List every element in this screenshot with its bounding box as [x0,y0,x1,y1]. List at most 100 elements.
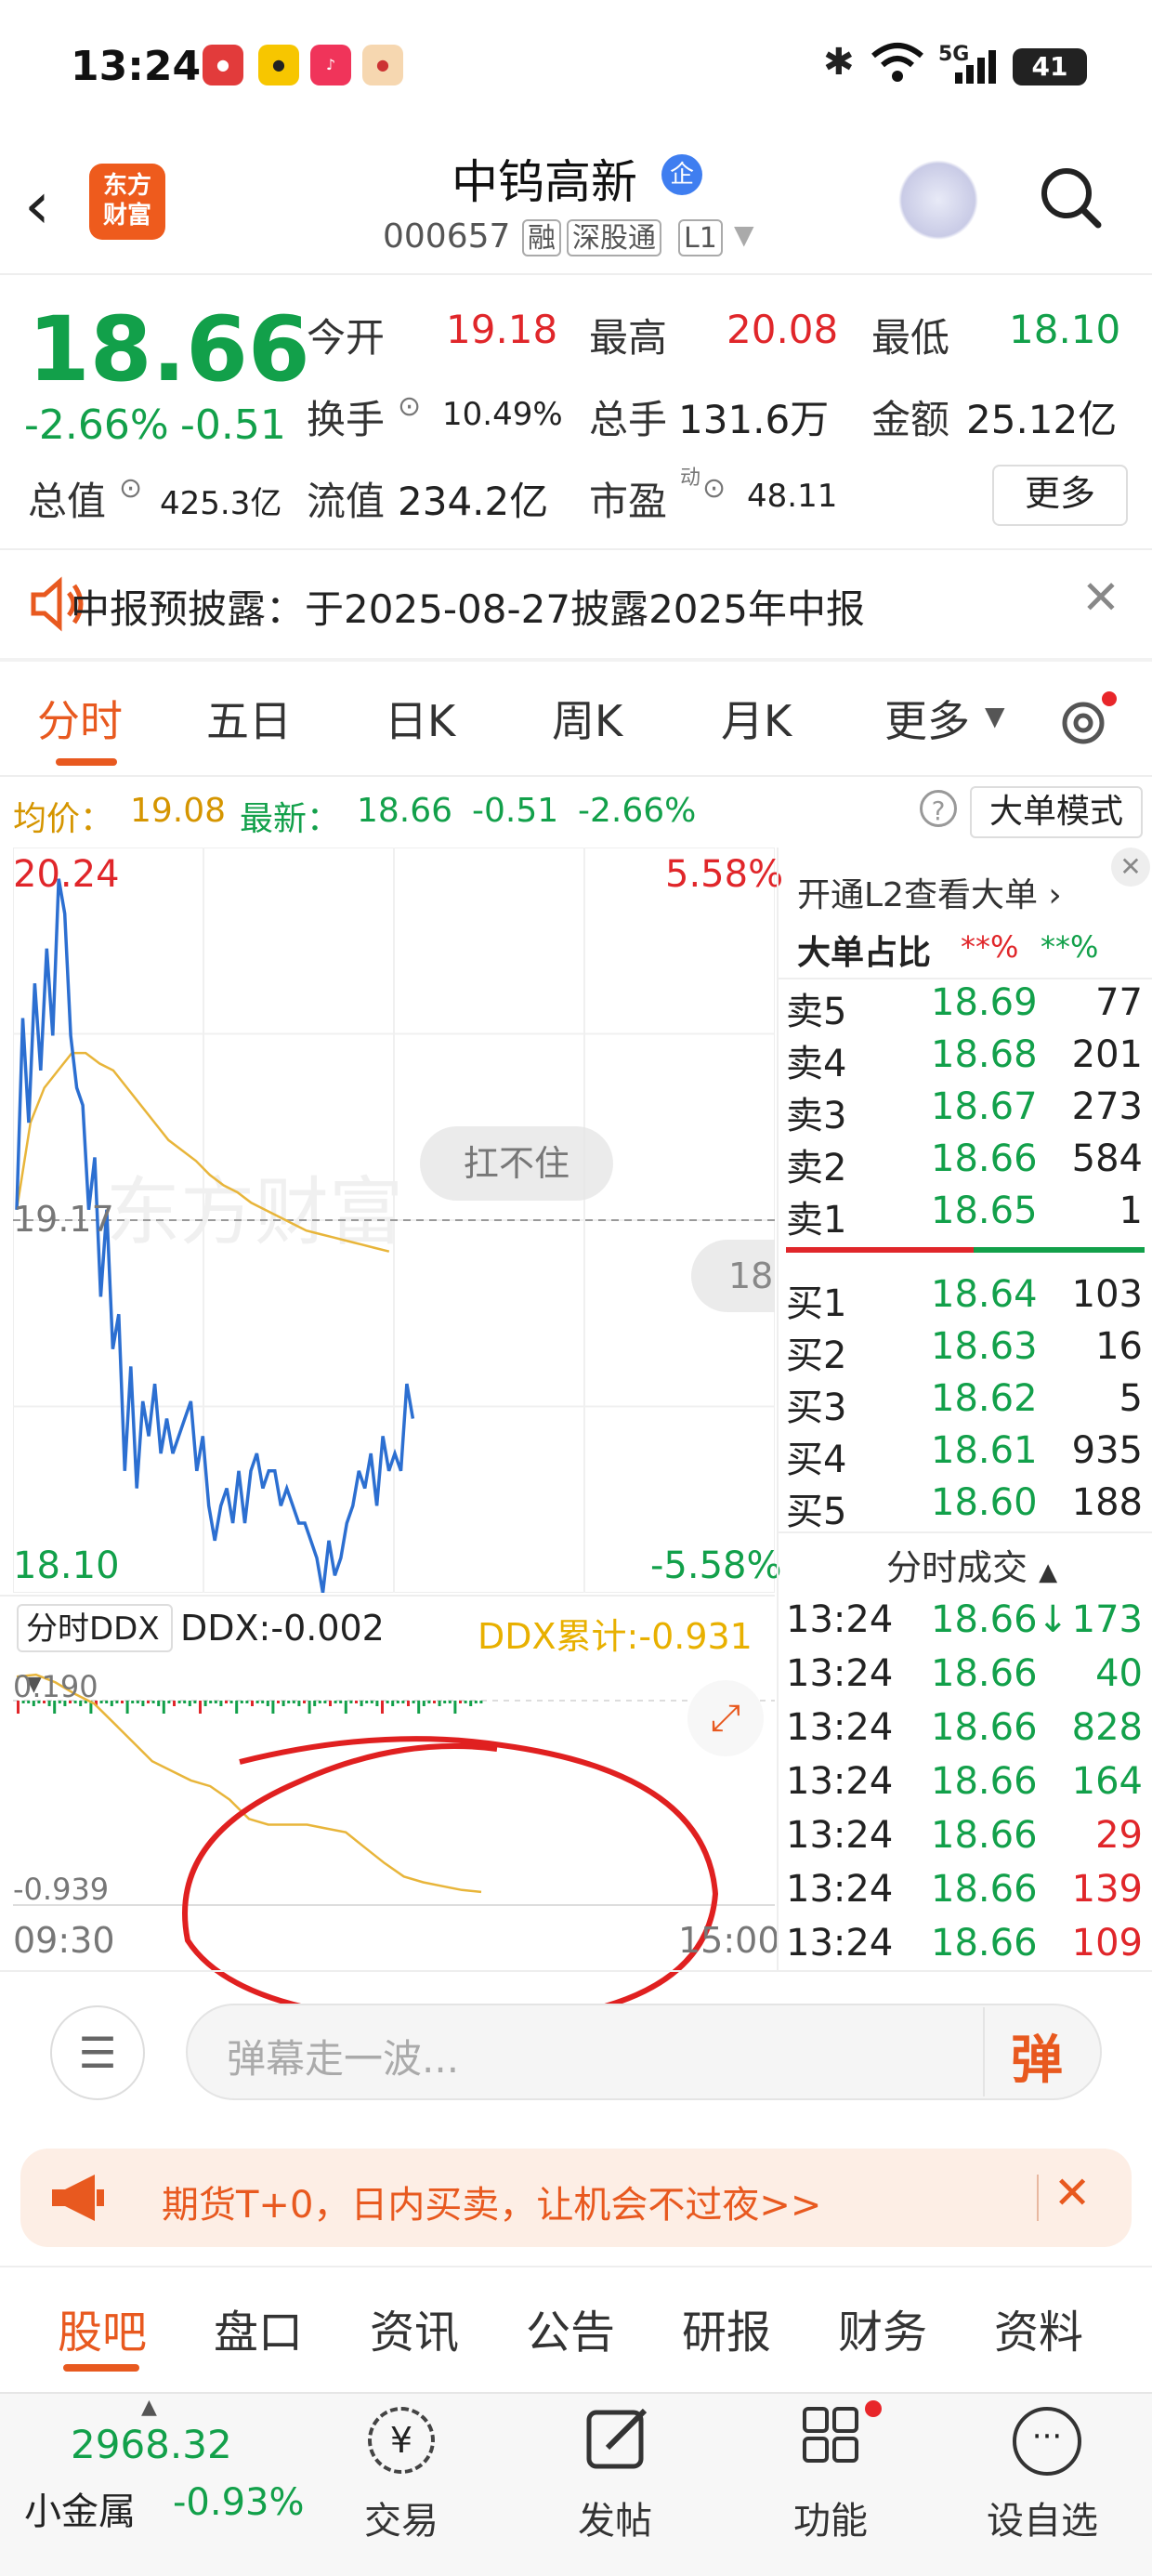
comment-placeholder: 弹幕走一波... [227,2036,460,2082]
trade-icon[interactable]: ¥ [368,2407,435,2474]
tab-monthly-k[interactable]: 月K [721,688,792,749]
nav-post[interactable]: 发帖 [578,2491,652,2544]
ddx-bar [303,1701,306,1703]
divider [0,1595,775,1597]
sell-3-label: 卖3 [786,1095,847,1137]
ddx-bar [115,1701,119,1703]
trade-price: 18.66 [931,1706,1038,1749]
buy-2-vol: 16 [1095,1325,1143,1368]
info-icon[interactable]: ⊙ [119,472,142,505]
ddx-bar [360,1701,363,1706]
red-circle-annotation [182,1736,719,2028]
tab-weekly-k[interactable]: 周K [552,688,622,749]
enterprise-badge: 企 [661,154,702,195]
ddx-bar [261,1701,265,1703]
close-icon[interactable]: ✕ [1081,571,1120,624]
music-icon: ♪ [310,45,351,85]
tab-forum[interactable]: 股吧 [58,2295,147,2360]
search-icon[interactable] [1039,165,1104,230]
ddx-bar [391,1701,395,1706]
ddx-bar [99,1701,103,1703]
gear-icon[interactable] [1054,691,1119,751]
danmaku-settings-icon[interactable]: ☰ [50,2005,145,2100]
buy-1-label: 买1 [786,1282,847,1325]
robot-avatar[interactable] [894,160,983,249]
ddx-bar [188,1701,191,1706]
tab-research[interactable]: 研报 [682,2295,771,2360]
ddx-bar [334,1701,337,1703]
side-bubble[interactable]: 18 [691,1240,775,1312]
danmaku-bubble[interactable]: 扛不住 [420,1126,613,1201]
ad-text[interactable]: 期货T+0，日内买卖，让机会不过夜>> [162,2175,821,2228]
sell-5-label: 卖5 [786,991,847,1033]
turnover-value: 10.49% [442,396,563,433]
info-icon[interactable]: ⊙ [398,390,421,423]
buy-2-label: 买2 [786,1334,847,1377]
sell-4-vol: 201 [1071,1033,1143,1076]
ddx-bar [110,1701,113,1706]
close-icon[interactable]: ✕ [1111,848,1150,887]
divider [1037,2175,1039,2221]
ddx-bar [329,1701,332,1706]
tab-five-day[interactable]: 五日 [206,688,292,749]
nav-trade[interactable]: 交易 [364,2491,439,2544]
info-icon[interactable]: ⊙ [702,472,726,505]
index-value[interactable]: 2968.32 [71,2422,232,2467]
tab-news[interactable]: 资讯 [370,2295,459,2360]
index-change[interactable]: -0.93% [173,2481,305,2524]
ddx-bar [229,1701,233,1703]
ddx-bar [209,1701,213,1703]
mktcap-value: 425.3亿 [160,485,282,522]
sell-3-vol: 273 [1071,1085,1143,1128]
pe-value: 48.11 [747,478,838,515]
tab-more[interactable]: 更多 [884,688,970,749]
ddx-bar [292,1701,295,1703]
low-label: 最低 [871,315,950,361]
pe-label: 市盈 [589,479,668,524]
change-pct: -2.66% [24,401,169,449]
ddx-bar [469,1701,473,1706]
ddx-bar [214,1701,217,1703]
sell-4-price: 18.68 [931,1033,1038,1076]
trades-header[interactable]: 分时成交 ▲ [886,1539,1057,1590]
chevron-down-icon[interactable]: ▼ [985,701,1005,731]
chevron-down-icon[interactable]: ▼ [734,219,754,250]
index-name[interactable]: 小金属 [24,2481,136,2535]
trade-time: 13:24 [786,1760,894,1803]
back-icon[interactable]: ‹ [24,167,50,243]
ddx-bar [277,1701,280,1703]
buy-2-price: 18.63 [931,1325,1038,1368]
tab-profile[interactable]: 资料 [994,2295,1083,2360]
sell-3-price: 18.67 [931,1085,1038,1128]
big-order-mode-button[interactable]: 大单模式 [970,786,1143,838]
send-danmaku-button[interactable]: 弹 [1011,2018,1063,2094]
float-value: 234.2亿 [398,479,549,524]
tab-quotes[interactable]: 盘口 [214,2295,303,2360]
function-grid-icon[interactable] [795,2399,888,2474]
buy-1-vol: 103 [1071,1273,1143,1316]
l2-promo-link[interactable]: 开通L2查看大单 › [797,868,1062,916]
ddx-bar [370,1701,373,1703]
x-start-label: 09:30 [13,1920,115,1961]
ddx-bar [240,1701,243,1703]
compose-icon[interactable] [583,2403,654,2474]
tab-finance[interactable]: 财务 [838,2295,927,2360]
tab-daily-k[interactable]: 日K [385,688,455,749]
notice-text[interactable]: 中报预披露：于2025-08-27披露2025年中报 [71,578,865,635]
tab-intraday[interactable]: 分时 [37,688,123,749]
ddx-selector[interactable]: 分时DDX ▼ [17,1604,173,1696]
ddx-bar [177,1701,181,1703]
close-icon[interactable]: ✕ [1054,2167,1091,2219]
ddx-bar [365,1701,369,1703]
more-dots-icon[interactable]: ··· [1013,2407,1081,2476]
ddx-bar [287,1701,291,1703]
nav-function[interactable]: 功能 [793,2491,868,2544]
ddx-bar [401,1701,405,1703]
tab-announcements[interactable]: 公告 [526,2295,615,2360]
help-icon[interactable]: ? [920,790,957,827]
trade-price: 18.66 [931,1760,1038,1803]
nav-add-watchlist[interactable]: 设自选 [987,2491,1098,2544]
more-button[interactable]: 更多 [992,465,1128,526]
buy-4-vol: 935 [1071,1429,1143,1472]
intraday-chart[interactable]: 东方财富 [13,848,775,1593]
